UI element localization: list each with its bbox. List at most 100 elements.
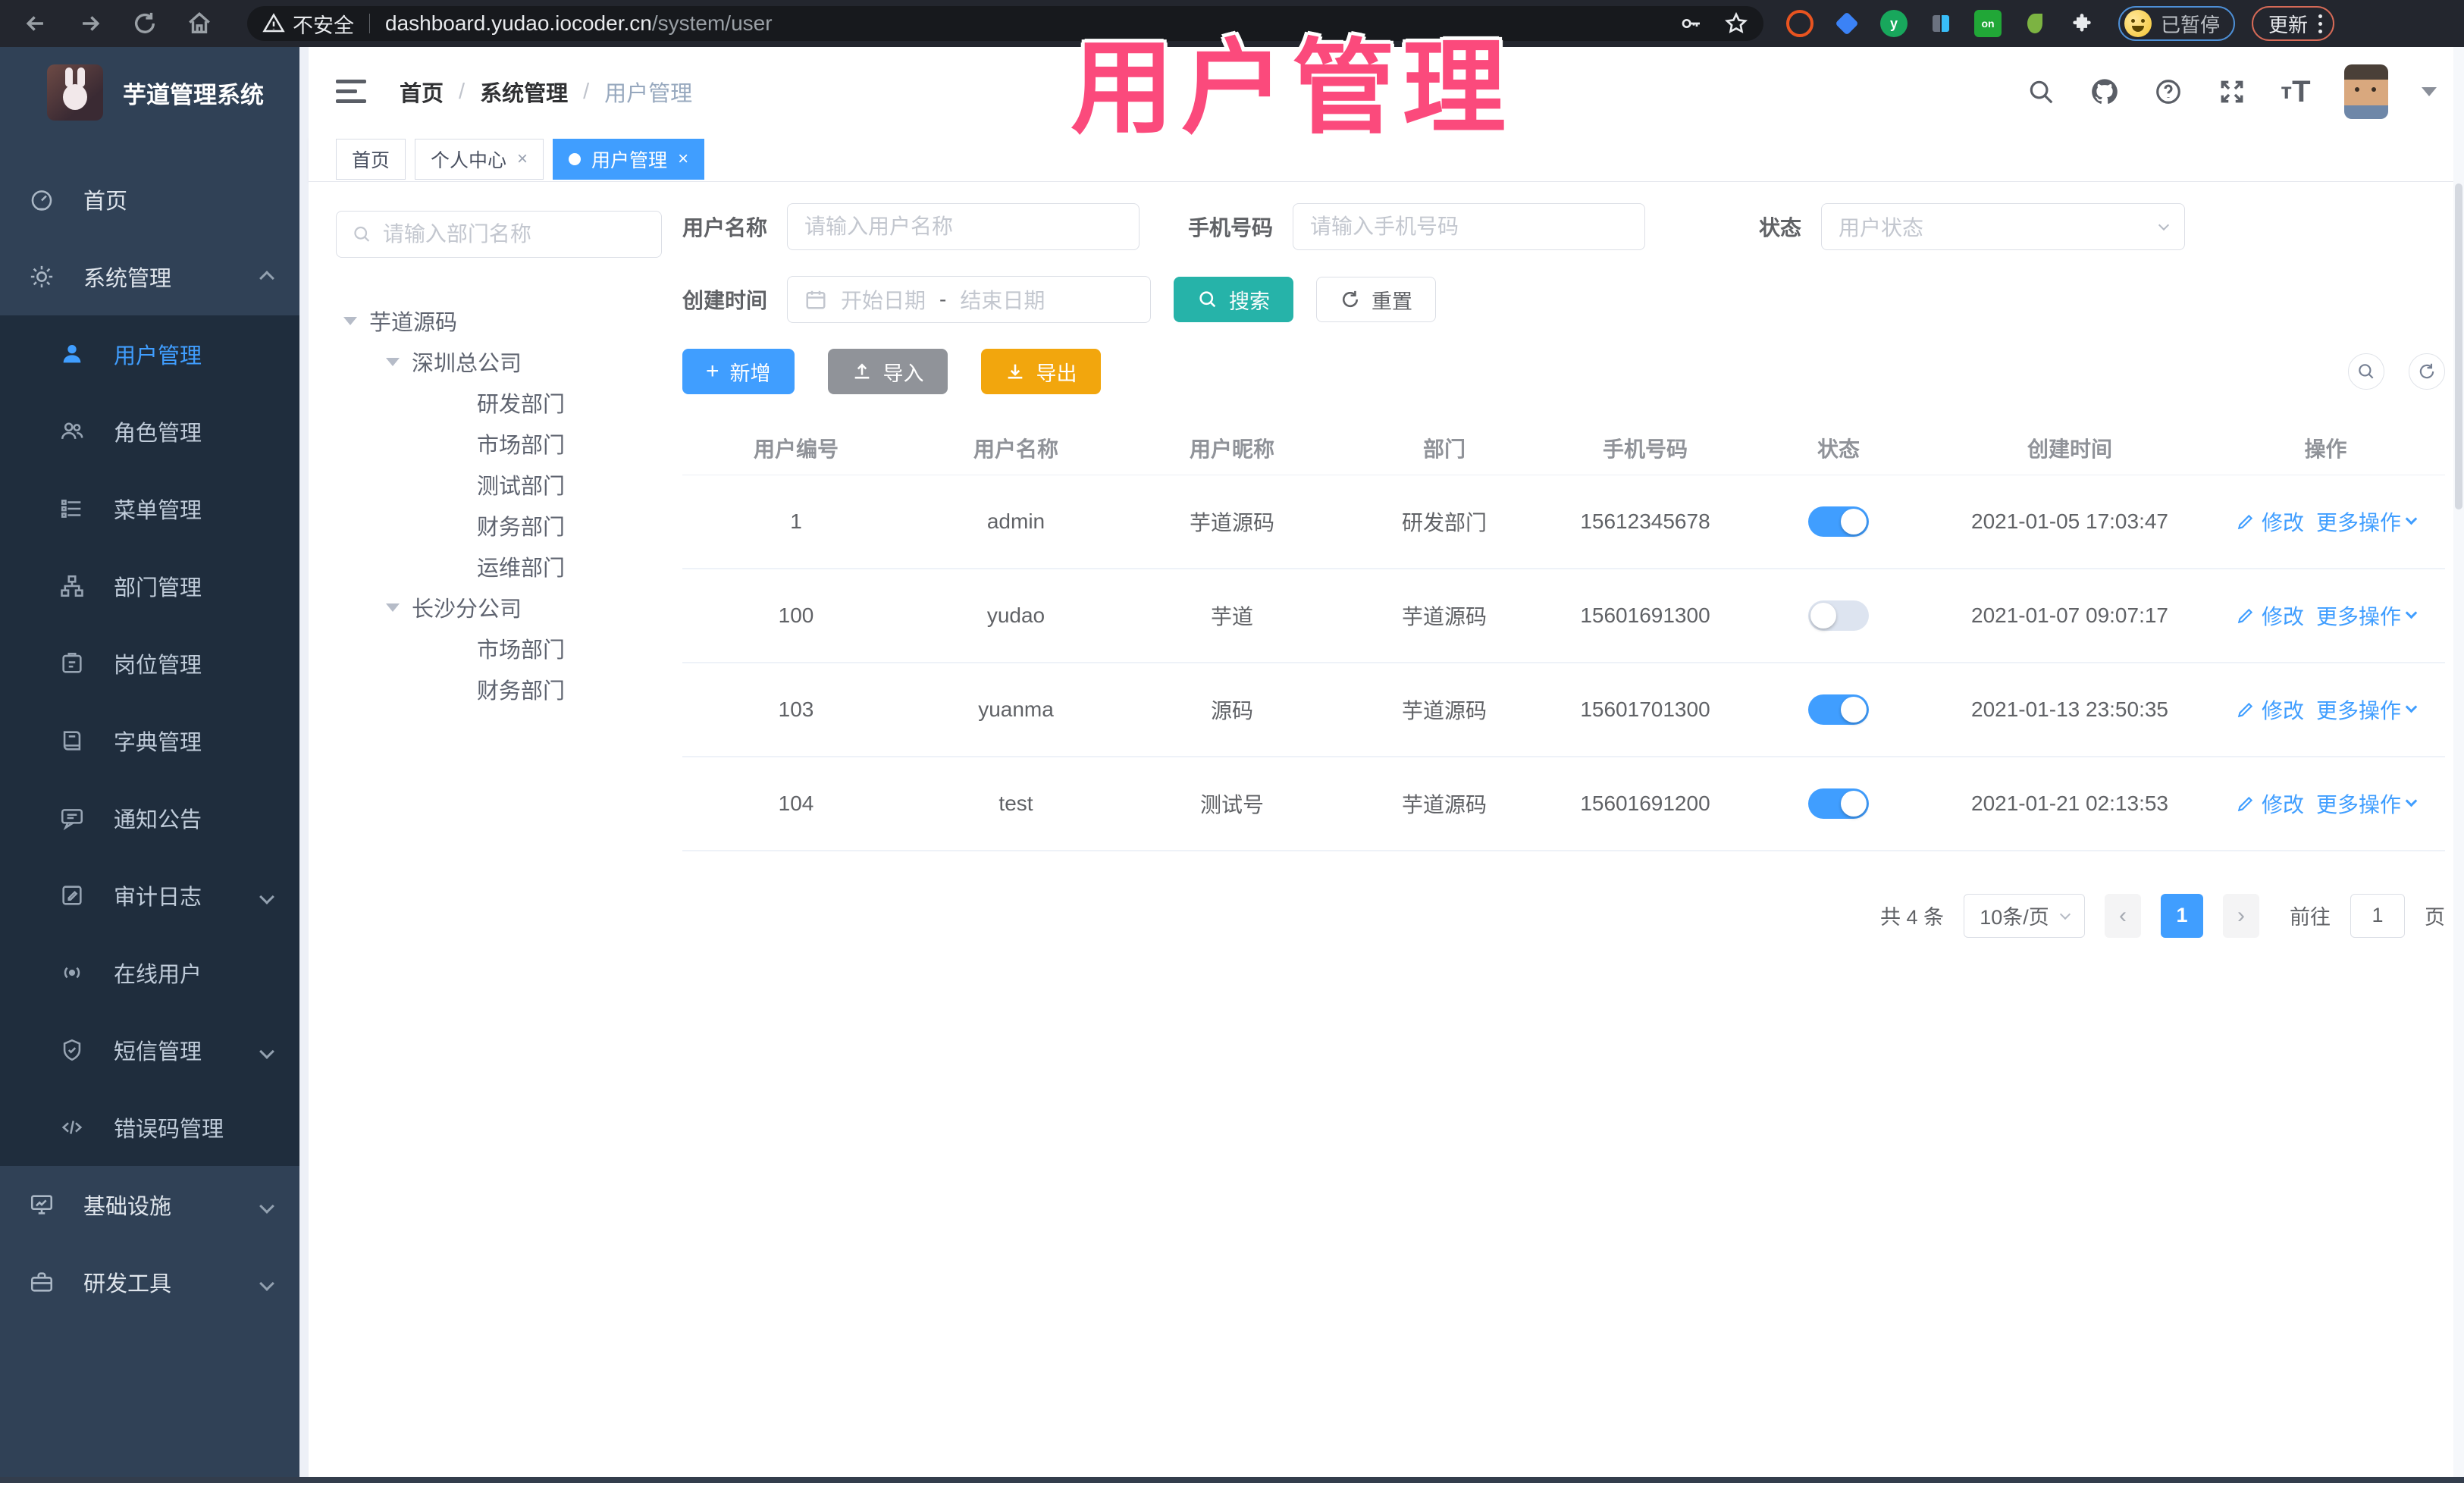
sidebar-item-post-mgmt[interactable]: 岗位管理 (0, 625, 299, 702)
browser-reload-icon[interactable] (130, 9, 159, 38)
sidebar-item-error-code[interactable]: 错误码管理 (0, 1089, 299, 1166)
add-button[interactable]: + 新增 (682, 349, 795, 394)
scrollbar-thumb[interactable] (2455, 183, 2462, 509)
goto-page-input[interactable] (2350, 893, 2405, 938)
dept-search-input[interactable] (382, 222, 646, 246)
browser-forward-icon[interactable] (76, 9, 105, 38)
github-icon[interactable] (2089, 77, 2120, 107)
tree-node[interactable]: 财务部门 (336, 505, 662, 546)
browser-profile-chip[interactable]: 已暂停 (2118, 6, 2236, 41)
tree-caret-icon[interactable] (343, 316, 357, 325)
extension-puzzle-icon[interactable] (2068, 10, 2096, 37)
user-menu-caret-icon[interactable] (2422, 87, 2437, 96)
tree-caret-icon[interactable] (386, 603, 400, 612)
pencil-icon (2237, 608, 2253, 623)
header-search-icon[interactable] (2026, 77, 2056, 107)
user-avatar[interactable] (2344, 64, 2388, 119)
createtime-range-picker[interactable]: 开始日期 - 结束日期 (787, 276, 1152, 323)
page-1-button[interactable]: 1 (2161, 893, 2203, 938)
password-key-icon[interactable] (1679, 11, 1703, 36)
tab-profile[interactable]: 个人中心 × (415, 138, 544, 180)
tree-node[interactable]: 市场部门 (336, 423, 662, 464)
tree-node[interactable]: 长沙分公司 (336, 587, 662, 628)
browser-back-icon[interactable] (21, 9, 50, 38)
status-toggle[interactable] (1808, 694, 1869, 725)
next-page-button[interactable]: › (2223, 893, 2259, 938)
tab-close-icon[interactable]: × (517, 149, 528, 170)
tree-node[interactable]: 芋道源码 (336, 300, 662, 341)
help-icon[interactable] (2153, 77, 2183, 107)
menu-list-icon (59, 496, 85, 522)
sidebar-item-system[interactable]: 系统管理 (0, 238, 299, 315)
tree-node[interactable]: 财务部门 (336, 669, 662, 710)
breadcrumb-home[interactable]: 首页 (400, 76, 444, 108)
search-button[interactable]: 搜索 (1174, 277, 1294, 322)
system-submenu: 用户管理 角色管理 菜单管理 部门管理 岗位管理 字典管理 通知公告 审计日志 … (0, 315, 299, 1166)
more-actions-link[interactable]: 更多操作 (2316, 694, 2418, 725)
page-scrollbar[interactable] (2453, 47, 2464, 1483)
tab-close-icon[interactable]: × (678, 149, 688, 170)
date-start-placeholder: 开始日期 (841, 289, 926, 312)
status-toggle[interactable] (1808, 600, 1869, 631)
page-size-select[interactable]: 10条/页 (1964, 893, 2085, 938)
reset-button[interactable]: 重置 (1316, 277, 1437, 322)
app-logo-row[interactable]: 芋道管理系统 (0, 47, 299, 138)
edit-link[interactable]: 修改 (2236, 788, 2304, 819)
tree-caret-icon[interactable] (386, 357, 400, 366)
sidebar-item-user-mgmt[interactable]: 用户管理 (0, 315, 299, 393)
table-row: 104 test 测试号 芋道源码 15601691200 2021-01-21… (682, 756, 2445, 851)
sidebar-item-menu-mgmt[interactable]: 菜单管理 (0, 470, 299, 547)
sidebar-item-notice[interactable]: 通知公告 (0, 779, 299, 857)
sidebar-item-dict-mgmt[interactable]: 字典管理 (0, 702, 299, 779)
sidebar-item-devtools[interactable]: 研发工具 (0, 1243, 299, 1321)
sidebar-item-dept-mgmt[interactable]: 部门管理 (0, 547, 299, 625)
export-button[interactable]: 导出 (980, 349, 1101, 394)
username-input[interactable] (804, 215, 1123, 239)
tree-node[interactable]: 研发部门 (336, 382, 662, 423)
tree-node[interactable]: 测试部门 (336, 464, 662, 505)
sidebar-item-infrastructure[interactable]: 基础设施 (0, 1166, 299, 1243)
sidebar-scrollbar[interactable] (299, 47, 309, 1483)
sidebar-item-label: 系统管理 (83, 267, 172, 291)
refresh-table-button[interactable] (2409, 353, 2445, 390)
more-actions-link[interactable]: 更多操作 (2316, 600, 2418, 631)
status-select[interactable]: 用户状态 (1821, 203, 2186, 250)
import-button[interactable]: 导入 (827, 349, 948, 394)
extension-orange-icon[interactable] (1786, 10, 1814, 37)
edit-link[interactable]: 修改 (2236, 600, 2304, 631)
sidebar-collapse-icon[interactable] (336, 79, 369, 105)
edit-link[interactable]: 修改 (2236, 694, 2304, 725)
prev-page-button[interactable]: ‹ (2105, 893, 2141, 938)
user-icon (59, 341, 85, 367)
sidebar-item-home[interactable]: 首页 (0, 161, 299, 238)
edit-link[interactable]: 修改 (2236, 506, 2304, 537)
more-actions-link[interactable]: 更多操作 (2316, 788, 2418, 819)
fullscreen-icon[interactable] (2217, 77, 2247, 107)
status-toggle[interactable] (1808, 506, 1869, 537)
sidebar-item-online-users[interactable]: 在线用户 (0, 934, 299, 1011)
address-bar[interactable]: 不安全 dashboard.yudao.iocoder.cn/system/us… (247, 6, 1763, 41)
extension-gem-icon[interactable] (1833, 10, 1861, 37)
sidebar-item-role-mgmt[interactable]: 角色管理 (0, 393, 299, 470)
browser-home-icon[interactable] (185, 9, 214, 38)
extension-leaf-icon[interactable] (2021, 10, 2049, 37)
tab-user-mgmt[interactable]: 用户管理 × (553, 138, 705, 180)
show-search-toggle-button[interactable] (2348, 353, 2384, 390)
tree-node[interactable]: 运维部门 (336, 546, 662, 587)
tab-home[interactable]: 首页 (336, 138, 406, 180)
extension-on-badge-icon[interactable]: on (1974, 10, 2002, 37)
browser-update-menu[interactable]: 更新 (2252, 6, 2335, 41)
tree-node[interactable]: 市场部门 (336, 628, 662, 669)
sidebar-item-label: 部门管理 (114, 576, 202, 600)
bookmark-star-icon[interactable] (1724, 11, 1748, 36)
status-toggle[interactable] (1808, 788, 1869, 819)
sidebar-item-sms-mgmt[interactable]: 短信管理 (0, 1011, 299, 1089)
extension-green-y-icon[interactable]: y (1880, 10, 1908, 37)
extension-grid-icon[interactable] (1927, 10, 1955, 37)
more-actions-link[interactable]: 更多操作 (2316, 506, 2418, 537)
mobile-input[interactable] (1310, 215, 1629, 239)
tree-node[interactable]: 深圳总公司 (336, 341, 662, 382)
font-size-icon[interactable]: ᴛT (2281, 75, 2311, 108)
sidebar-item-audit-log[interactable]: 审计日志 (0, 857, 299, 934)
breadcrumb-system[interactable]: 系统管理 (480, 76, 568, 108)
